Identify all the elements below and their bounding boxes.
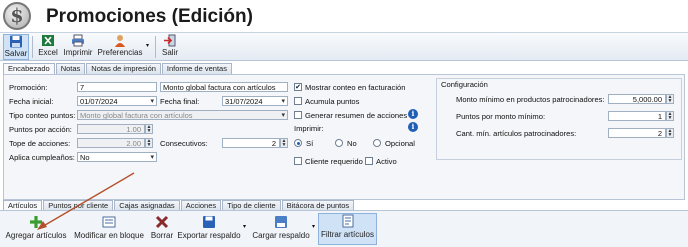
annotation-arrow [37,172,135,230]
